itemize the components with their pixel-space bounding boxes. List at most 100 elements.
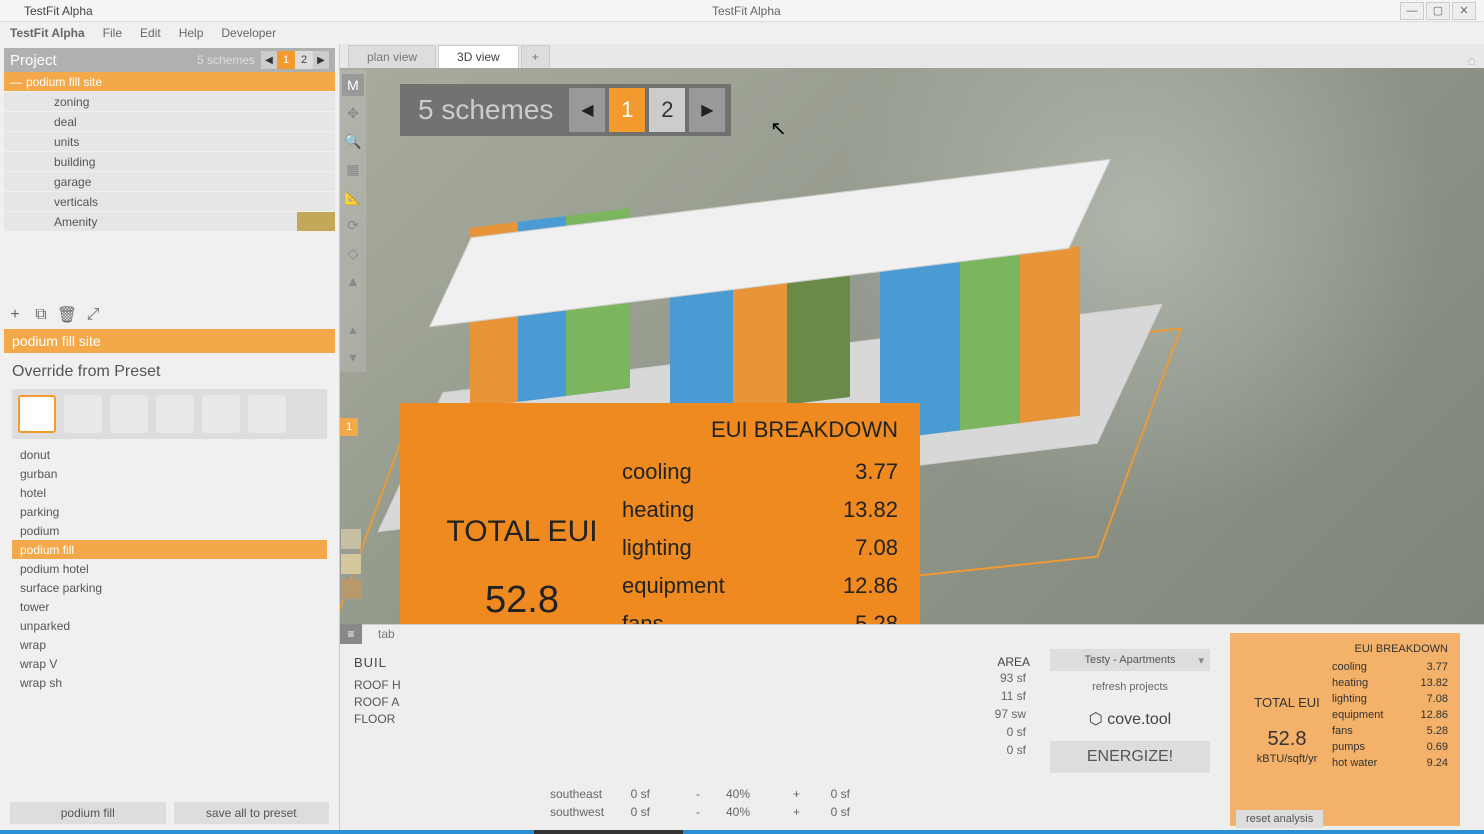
tool-move-icon[interactable]: ✥ [342,102,364,124]
scheme-overlay-page-2[interactable]: 2 [649,88,685,132]
preset-type-6[interactable] [248,395,286,433]
copy-button[interactable]: ⧉ [32,306,50,324]
tool-m[interactable]: M [342,74,364,96]
expand-button[interactable]: ⤢ [84,306,102,324]
glz-sw-r: 0 sf [810,805,850,819]
preset-type-3[interactable] [110,395,148,433]
tree-item-amenity[interactable]: Amenity [4,212,335,231]
save-all-preset-button[interactable]: save all to preset [174,802,330,824]
eui-sm-fans-l: fans [1332,725,1353,737]
menu-edit[interactable]: Edit [140,26,161,40]
tab-3d-view[interactable]: 3D view [438,45,519,68]
glz-minus[interactable]: - [660,787,700,801]
tree-item-building[interactable]: building [4,152,335,171]
texture-2[interactable] [340,553,362,575]
glz-plus-2[interactable]: + [760,805,800,819]
tree-item-verticals[interactable]: verticals [4,192,335,211]
glazing-row-se: southeast 0 sf - 40% + 0 sf [550,785,850,803]
tool-zoom-icon[interactable]: 🔍 [342,130,364,152]
refresh-projects-button[interactable]: refresh projects [1050,677,1210,697]
home-icon[interactable]: ⌂ [1468,52,1476,68]
tool-tree-icon[interactable]: ▲ [342,270,364,292]
preset-type-2[interactable] [64,395,102,433]
add-button[interactable]: + [6,306,24,324]
tab-plan-view[interactable]: plan view [348,45,436,68]
preset-podium[interactable]: podium [12,521,327,540]
preset-unparked[interactable]: unparked [12,616,327,635]
scheme-overlay-next[interactable]: ▶ [689,88,725,132]
preset-type-4[interactable] [156,395,194,433]
preset-donut[interactable]: donut [12,445,327,464]
tool-down-icon[interactable]: ▾ [342,346,364,368]
tool-up-icon[interactable]: ▴ [342,318,364,340]
scheme-overlay-label: 5 schemes [404,94,567,126]
tool-measure-icon[interactable]: 📐 [342,186,364,208]
energize-button[interactable]: ENERGIZE! [1050,741,1210,773]
preset-podium-fill[interactable]: podium fill [12,540,327,559]
eui-small-panel: TOTAL EUI 52.8 kBTU/sqft/yr EUI BREAKDOW… [1230,633,1460,826]
menu-file[interactable]: File [103,26,122,40]
scheme-page-2[interactable]: 2 [295,51,313,69]
delete-button[interactable]: 🗑 [58,306,76,324]
texture-3[interactable] [340,578,362,600]
building-column: BUIL ROOF H ROOF A FLOOR [340,625,550,834]
menu-developer[interactable]: Developer [221,26,276,40]
area-row-4: 0 sf [850,741,1030,759]
scheme-page-1[interactable]: 1 [277,51,295,69]
scheme-next-button[interactable]: ▶ [313,51,329,69]
tree-root[interactable]: — podium fill site [4,72,335,91]
bottom-panel: ≡ tab BUIL ROOF H ROOF A FLOOR southeast… [340,624,1484,834]
menu-help[interactable]: Help [179,26,204,40]
tree-item-deal[interactable]: deal [4,112,335,131]
glazing-column: southeast 0 sf - 40% + 0 sf southwest 0 … [550,625,850,834]
tree-item-garage[interactable]: garage [4,172,335,191]
tool-shape-icon[interactable]: ◇ [342,242,364,264]
tree-item-units[interactable]: units [4,132,335,151]
eui-row-lighting-label: lighting [622,535,692,561]
cove-project-dropdown[interactable]: Testy - Apartments [1050,649,1210,671]
eui-row-cooling-value: 3.77 [855,459,898,485]
eui-sm-value: 52.8 [1268,728,1307,751]
texture-1[interactable] [340,528,362,550]
preset-type-1[interactable] [18,395,56,433]
preset-wrap[interactable]: wrap [12,635,327,654]
close-button[interactable]: ✕ [1452,2,1476,20]
eui-row-heating-value: 13.82 [843,497,898,523]
scheme-overlay-prev[interactable]: ◀ [569,88,605,132]
scheme-prev-button[interactable]: ◀ [261,51,277,69]
level-indicator[interactable]: 1 [340,418,358,436]
apply-preset-button[interactable]: podium fill [10,802,166,824]
preset-hotel[interactable]: hotel [12,483,327,502]
preset-type-5[interactable] [202,395,240,433]
scheme-overlay-page-1[interactable]: 1 [609,88,645,132]
eui-value: 52.8 [485,579,559,622]
preset-gurban[interactable]: gurban [12,464,327,483]
eui-sm-lighting-l: lighting [1332,693,1367,705]
right-panel: plan view 3D view + ⌂ M ✥ 🔍 ▦ [340,44,1484,834]
glz-minus-2[interactable]: - [660,805,700,819]
view-tabs: plan view 3D view + ⌂ [340,44,1484,68]
3d-viewport[interactable]: M ✥ 🔍 ▦ 📐 ⟳ ◇ ▲ ▴ ▾ 1 5 schemes ◀ [340,68,1484,834]
bottom-tab-label[interactable]: tab [368,624,405,644]
glz-se-pct: 40% [710,787,750,801]
preset-tower[interactable]: tower [12,597,327,616]
tool-grid-icon[interactable]: ▦ [342,158,364,180]
eui-sm-cooling-l: cooling [1332,661,1367,673]
preset-surface-parking[interactable]: surface parking [12,578,327,597]
preset-wrap-v[interactable]: wrap V [12,654,327,673]
glz-plus[interactable]: + [760,787,800,801]
maximize-button[interactable]: ▢ [1426,2,1450,20]
minimize-button[interactable]: — [1400,2,1424,20]
bottom-menu-button[interactable]: ≡ [340,624,362,644]
tool-rotate-icon[interactable]: ⟳ [342,214,364,236]
tree-item-zoning[interactable]: zoning [4,92,335,111]
tab-add-button[interactable]: + [521,45,550,68]
preset-podium-hotel[interactable]: podium hotel [12,559,327,578]
progress-bar [0,830,1484,834]
eui-sm-hotwater-l: hot water [1332,757,1377,769]
reset-analysis-button[interactable]: reset analysis [1236,810,1323,828]
titlebar: TestFit Alpha TestFit Alpha — ▢ ✕ [0,0,1484,22]
eui-sm-lighting-v: 7.08 [1427,693,1448,705]
preset-parking[interactable]: parking [12,502,327,521]
preset-wrap-sh[interactable]: wrap sh [12,673,327,692]
